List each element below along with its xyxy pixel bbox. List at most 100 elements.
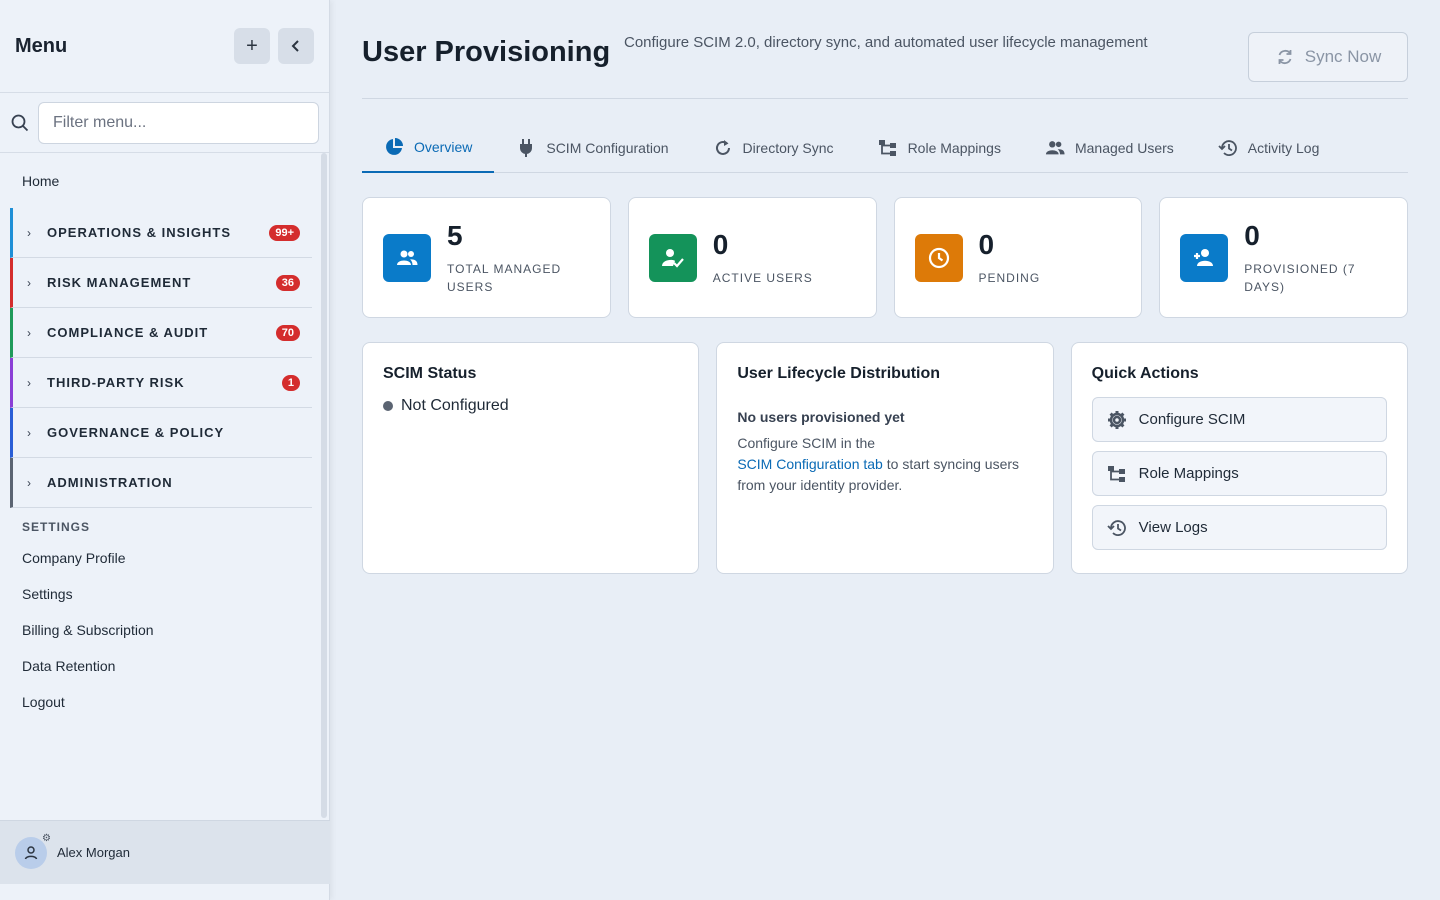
scim-status: Not Configured	[383, 397, 678, 415]
panel-title: User Lifecycle Distribution	[737, 365, 941, 382]
chevron-right-icon: ›	[27, 325, 31, 340]
sidebar-group-governance[interactable]: › GOVERNANCE & POLICY	[10, 408, 312, 458]
empty-state-text: Configure SCIM in the SCIM Configuration…	[737, 433, 1032, 496]
stat-value: 0	[1244, 219, 1260, 251]
stat-value: 0	[978, 228, 995, 260]
count-badge: 99+	[269, 224, 300, 241]
chevron-right-icon: ›	[27, 275, 31, 290]
history-icon	[1218, 138, 1238, 158]
tab-label: Managed Users	[1074, 140, 1174, 156]
empty-state-title: No users provisioned yet	[737, 409, 905, 425]
stat-label: PENDING	[978, 270, 1041, 285]
hierarchy-icon	[1107, 464, 1127, 484]
pie-chart-icon	[384, 137, 404, 157]
stat-pending: 0 PENDING	[893, 197, 1143, 318]
tab-label: Overview	[414, 139, 473, 155]
tab-overview[interactable]: Overview	[362, 123, 495, 173]
scim-status-text: Not Configured	[401, 397, 509, 414]
page-title: User Provisioning	[362, 36, 611, 68]
empty-state-text-before: Configure SCIM in the	[737, 435, 876, 451]
sidebar-group-risk[interactable]: › RISK MANAGEMENT 36	[10, 258, 312, 308]
add-button[interactable]: +	[234, 28, 270, 64]
quick-action-label: Role Mappings	[1138, 465, 1239, 482]
chevron-right-icon: ›	[27, 375, 31, 390]
user-check-icon	[648, 233, 697, 282]
sidebar-scrollbar[interactable]	[321, 153, 327, 818]
tab-label: SCIM Configuration	[546, 140, 669, 156]
chevron-left-icon	[291, 40, 299, 52]
sidebar-item-home[interactable]: Home	[0, 153, 320, 208]
clock-icon	[914, 233, 963, 282]
sidebar-group-third-party[interactable]: › THIRD-PARTY RISK 1	[10, 358, 312, 408]
user-icon	[24, 845, 38, 859]
refresh-icon	[713, 138, 733, 158]
scim-status-panel: SCIM Status Not Configured	[362, 342, 700, 574]
quick-action-label: Configure SCIM	[1138, 411, 1246, 428]
stat-label: ACTIVE USERS	[712, 270, 813, 285]
sidebar-group-label: COMPLIANCE & AUDIT	[47, 325, 209, 340]
main-content: User Provisioning Configure SCIM 2.0, di…	[362, 0, 1408, 574]
tab-managed-users[interactable]: Managed Users	[1023, 123, 1196, 173]
user-name: Alex Morgan	[57, 845, 130, 860]
role-mappings-button[interactable]: Role Mappings	[1091, 451, 1387, 496]
sync-icon	[1278, 49, 1292, 65]
chevron-right-icon: ›	[27, 475, 31, 490]
sidebar-section-settings: SETTINGS	[22, 520, 91, 534]
sidebar: Menu + Home › OPERATIONS & INSIGHTS 99+ …	[0, 0, 330, 900]
count-badge: 1	[281, 374, 300, 391]
users-icon	[1045, 138, 1065, 158]
collapse-sidebar-button[interactable]	[278, 28, 314, 64]
sidebar-item-logout[interactable]: Logout	[0, 684, 320, 720]
user-plus-icon	[1180, 233, 1229, 282]
page-subtitle: Configure SCIM 2.0, directory sync, and …	[624, 34, 1148, 51]
tab-label: Role Mappings	[907, 140, 1001, 156]
sidebar-item-company-profile[interactable]: Company Profile	[0, 540, 320, 576]
count-badge: 36	[275, 274, 300, 291]
users-icon	[383, 233, 431, 282]
tab-role-mappings[interactable]: Role Mappings	[856, 123, 1023, 173]
tab-label: Directory Sync	[742, 140, 834, 156]
plus-icon: +	[246, 34, 258, 57]
sidebar-item-data-retention[interactable]: Data Retention	[0, 648, 320, 684]
stat-active-users: 0 ACTIVE USERS	[627, 197, 877, 318]
sidebar-group-compliance[interactable]: › COMPLIANCE & AUDIT 70	[10, 308, 312, 358]
stat-label: TOTAL MANAGED USERS	[447, 261, 562, 294]
sidebar-item-billing[interactable]: Billing & Subscription	[0, 612, 320, 648]
status-dot	[383, 401, 393, 411]
sidebar-header: Menu +	[0, 0, 329, 93]
count-badge: 70	[275, 324, 300, 341]
tab-scim-configuration[interactable]: SCIM Configuration	[494, 123, 690, 173]
stat-value: 5	[447, 219, 463, 251]
filter-menu-input[interactable]	[38, 101, 319, 144]
sidebar-nav: Home › OPERATIONS & INSIGHTS 99+ › RISK …	[0, 153, 320, 820]
sidebar-search	[0, 93, 329, 153]
panel-title: Quick Actions	[1091, 365, 1199, 382]
sync-now-label: Sync Now	[1304, 47, 1382, 66]
configure-scim-button[interactable]: Configure SCIM	[1091, 397, 1387, 442]
tab-activity-log[interactable]: Activity Log	[1196, 123, 1342, 173]
page-header: User Provisioning Configure SCIM 2.0, di…	[362, 0, 1408, 99]
user-profile[interactable]: ⚙ Alex Morgan	[0, 820, 330, 884]
sync-now-button[interactable]: Sync Now	[1248, 32, 1408, 82]
chevron-right-icon: ›	[27, 425, 31, 440]
tab-directory-sync[interactable]: Directory Sync	[691, 123, 856, 173]
quick-action-label: View Logs	[1138, 519, 1208, 536]
search-icon	[10, 113, 30, 133]
stat-provisioned-7-days: 0 PROVISIONED (7 DAYS)	[1159, 197, 1408, 318]
view-logs-button[interactable]: View Logs	[1091, 505, 1387, 550]
stat-total-managed-users: 5 TOTAL MANAGED USERS	[362, 197, 611, 318]
sidebar-group-administration[interactable]: › ADMINISTRATION	[10, 458, 312, 508]
panels-row: SCIM Status Not Configured User Lifecycl…	[362, 342, 1408, 574]
sidebar-title: Menu	[15, 34, 68, 57]
avatar: ⚙	[15, 833, 51, 869]
sidebar-group-label: THIRD-PARTY RISK	[47, 375, 185, 390]
sidebar-item-settings[interactable]: Settings	[0, 576, 320, 612]
stats-row: 5 TOTAL MANAGED USERS 0 ACTIVE USERS 0 P…	[362, 197, 1408, 318]
chevron-right-icon: ›	[27, 225, 31, 240]
tab-label: Activity Log	[1247, 140, 1320, 156]
panel-title: SCIM Status	[383, 365, 477, 382]
sidebar-group-label: GOVERNANCE & POLICY	[47, 425, 225, 440]
scim-configuration-link[interactable]: SCIM Configuration tab	[737, 456, 883, 472]
sidebar-group-label: OPERATIONS & INSIGHTS	[47, 225, 231, 240]
sidebar-group-operations[interactable]: › OPERATIONS & INSIGHTS 99+	[10, 208, 312, 258]
